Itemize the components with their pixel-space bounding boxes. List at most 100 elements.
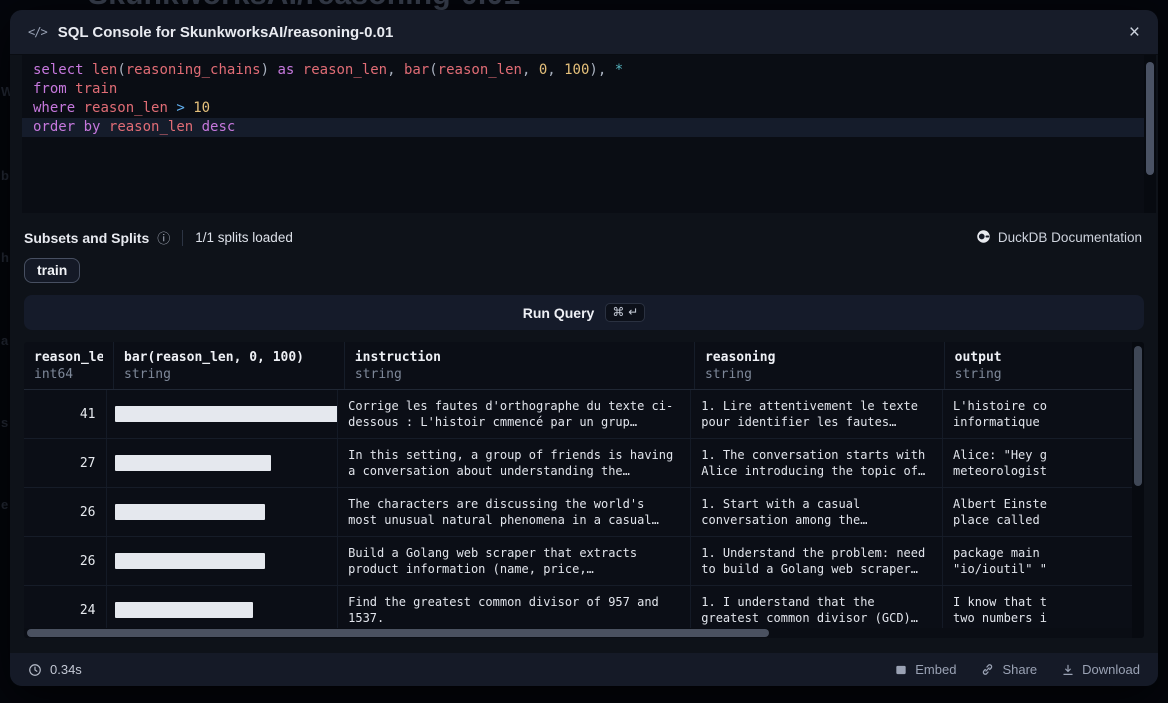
code-token: reasoning_chains (126, 62, 261, 78)
cell-bar (107, 488, 339, 536)
table-row[interactable]: 27In this setting, a group of friends is… (24, 439, 1144, 488)
code-line[interactable]: order by reason_len desc (22, 118, 1156, 137)
editor-scrollbar-track[interactable] (1144, 55, 1156, 213)
keyboard-shortcut-badge: ⌘ ↵ (605, 303, 645, 322)
splits-loaded-status: 1/1 splits loaded (195, 230, 293, 245)
bar-chart-fill (115, 504, 265, 520)
modal-header: </> SQL Console for SkunkworksAI/reasoni… (10, 10, 1158, 55)
code-line[interactable]: where reason_len > 10 (22, 99, 1156, 118)
code-token: 0 (539, 62, 547, 78)
cell-bar (107, 586, 339, 634)
cell-output-line: Alice: "Hey g (953, 447, 1134, 463)
cell-reason-len: 26 (24, 488, 107, 536)
code-token: as (277, 62, 294, 78)
table-horizontal-scrollbar-track[interactable] (24, 628, 1132, 638)
run-query-button[interactable]: Run Query ⌘ ↵ (24, 295, 1144, 330)
code-token: by (84, 119, 101, 135)
cell-output-line: meteorologist (953, 463, 1134, 479)
table-horizontal-scrollbar-thumb[interactable] (27, 629, 769, 637)
table-row[interactable]: 26 The characters are discussing the worl… (24, 488, 1144, 537)
bar-chart-fill (115, 602, 254, 618)
code-line[interactable]: from train (22, 80, 1156, 99)
column-type: string (705, 366, 934, 383)
column-header: reason_lenint64 (24, 342, 114, 389)
cell-output-line: Albert Einste (953, 496, 1134, 512)
code-token: , (387, 62, 404, 78)
code-token (84, 62, 92, 78)
bar-chart-fill (115, 406, 339, 422)
code-token: reason_len (438, 62, 522, 78)
subsets-row: Subsets and Splits ⓘ 1/1 splits loaded D… (24, 228, 1142, 247)
results-table: reason_lenint64bar(reason_len, 0, 100)st… (24, 342, 1144, 638)
background-text-fragment: a (1, 333, 8, 348)
code-token: * (615, 62, 623, 78)
cell-instruction-text: The characters are discussing the world'… (348, 496, 680, 528)
modal-footer: 0.34s Embed Share (10, 653, 1158, 686)
background-text-fragment: s (1, 415, 8, 430)
editor-scrollbar-thumb[interactable] (1146, 62, 1154, 175)
duckdb-icon (976, 229, 991, 247)
cell-instruction-text: Find the greatest common divisor of 957 … (348, 594, 680, 626)
code-token: ( (429, 62, 437, 78)
subsets-and-splits-label: Subsets and Splits (24, 230, 149, 246)
cell-reasoning-text: 1. Understand the problem: need to build… (701, 545, 932, 577)
cell-instruction: Build a Golang web scraper that extracts… (338, 537, 691, 585)
cell-instruction: The characters are discussing the world'… (338, 488, 691, 536)
download-button[interactable]: Download (1061, 662, 1140, 677)
cell-output-line: I know that t (953, 594, 1134, 610)
cell-output: Alice: "Hey gmeteorologist (943, 439, 1144, 487)
code-token: train (75, 81, 117, 97)
cell-bar (107, 537, 339, 585)
share-link-icon (980, 662, 995, 677)
code-token (100, 119, 108, 135)
download-icon (1061, 663, 1075, 677)
column-name: reasoning (705, 349, 934, 366)
embed-icon (894, 663, 908, 677)
info-icon[interactable]: ⓘ (157, 228, 170, 247)
table-row[interactable]: 26Build a Golang web scraper that extrac… (24, 537, 1144, 586)
cell-output: package main"io/ioutil" " (943, 537, 1144, 585)
code-line[interactable]: select len(reasoning_chains) as reason_l… (22, 61, 1156, 80)
sql-editor[interactable]: select len(reasoning_chains) as reason_l… (22, 55, 1156, 213)
cell-output-line: two numbers i (953, 610, 1134, 626)
embed-button[interactable]: Embed (894, 662, 956, 677)
cell-output-line: L'histoire co (953, 398, 1134, 414)
column-type: string (355, 366, 684, 383)
code-token (185, 100, 193, 116)
code-token (75, 100, 83, 116)
cell-reason-len: 41 (24, 390, 107, 438)
query-time-label: 0.34s (50, 662, 82, 677)
page: { "background": { "page_title_fragment":… (0, 0, 1168, 703)
query-time: 0.34s (28, 662, 894, 677)
background-text-fragment: h (1, 250, 9, 265)
cell-instruction: Find the greatest common divisor of 957 … (338, 586, 691, 634)
cell-reasoning-text: 1. Lire attentivement le texte pour iden… (701, 398, 932, 430)
code-token: from (33, 81, 67, 97)
close-icon[interactable]: × (1129, 23, 1140, 42)
cell-reasoning: 1. Lire attentivement le texte pour iden… (691, 390, 943, 438)
background-text-fragment: e (1, 497, 8, 512)
code-token: ( (117, 62, 125, 78)
duckdb-documentation-link[interactable]: DuckDB Documentation (976, 229, 1142, 247)
cell-reasoning: 1. The conversation starts with Alice in… (691, 439, 943, 487)
code-token: reason_len (84, 100, 168, 116)
cell-bar (107, 390, 339, 438)
code-token: , (547, 62, 564, 78)
column-name: instruction (355, 349, 684, 366)
code-icon: </> (28, 25, 47, 39)
cell-instruction-text: Corrige les fautes d'orthographe du text… (348, 398, 680, 430)
table-vertical-scrollbar-thumb[interactable] (1134, 346, 1142, 486)
column-header: reasoningstring (695, 342, 945, 389)
bar-chart-fill (115, 553, 265, 569)
code-token: reason_len (303, 62, 387, 78)
cell-reasoning: 1. Understand the problem: need to build… (691, 537, 943, 585)
download-label: Download (1082, 662, 1140, 677)
table-vertical-scrollbar-track[interactable] (1132, 342, 1144, 638)
cell-reason-len: 27 (24, 439, 107, 487)
table-row[interactable]: 41 Corrige les fautes d'orthographe du te… (24, 390, 1144, 439)
share-button[interactable]: Share (980, 662, 1037, 677)
cell-reasoning-text: 1. The conversation starts with Alice in… (701, 447, 932, 479)
code-token: 10 (193, 100, 210, 116)
column-type: int64 (34, 366, 103, 383)
split-chip-train[interactable]: train (24, 258, 80, 283)
